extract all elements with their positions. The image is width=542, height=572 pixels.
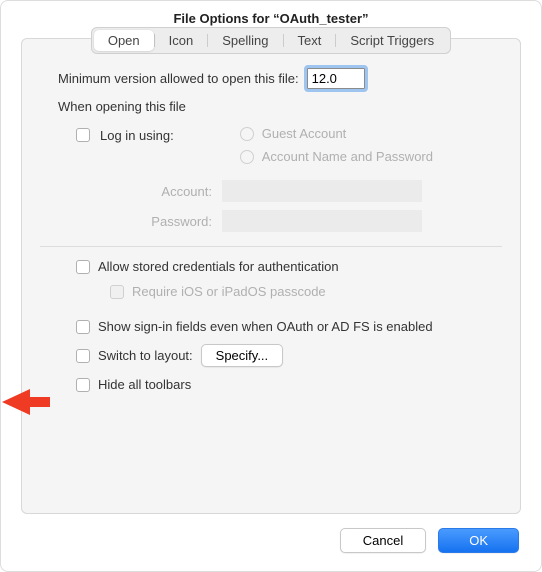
account-name-password-label: Account Name and Password (262, 149, 433, 164)
password-field-label: Password: (40, 214, 212, 229)
divider (40, 246, 502, 247)
switch-to-layout-label: Switch to layout: (98, 348, 193, 363)
login-using-label: Log in using: (100, 128, 174, 143)
dialog-button-row: Cancel OK (1, 514, 541, 571)
open-tab-panel: Open Icon Spelling Text Script Triggers … (21, 38, 521, 514)
show-signin-fields-label: Show sign-in fields even when OAuth or A… (98, 319, 433, 334)
account-name-password-radio (240, 150, 254, 164)
hide-all-toolbars-label: Hide all toolbars (98, 377, 191, 392)
file-options-dialog: File Options for “OAuth_tester” Open Ico… (0, 0, 542, 572)
tab-text[interactable]: Text (284, 30, 336, 51)
specify-layout-button[interactable]: Specify... (201, 344, 284, 367)
min-version-input[interactable] (307, 68, 365, 89)
allow-stored-credentials-checkbox[interactable] (76, 260, 90, 274)
login-using-checkbox[interactable] (76, 128, 90, 142)
allow-stored-credentials-label: Allow stored credentials for authenticat… (98, 259, 339, 274)
tab-script-triggers[interactable]: Script Triggers (336, 30, 448, 51)
min-version-label: Minimum version allowed to open this fil… (58, 71, 299, 86)
require-passcode-label: Require iOS or iPadOS passcode (132, 284, 326, 299)
switch-to-layout-checkbox[interactable] (76, 349, 90, 363)
require-passcode-checkbox (110, 285, 124, 299)
account-input (222, 180, 422, 202)
show-signin-fields-checkbox[interactable] (76, 320, 90, 334)
guest-account-radio (240, 127, 254, 141)
tab-spelling[interactable]: Spelling (208, 30, 282, 51)
account-field-label: Account: (40, 184, 212, 199)
hide-all-toolbars-checkbox[interactable] (76, 378, 90, 392)
when-opening-label: When opening this file (58, 99, 186, 114)
tab-icon[interactable]: Icon (155, 30, 208, 51)
tab-open[interactable]: Open (94, 30, 154, 51)
password-input (222, 210, 422, 232)
ok-button[interactable]: OK (438, 528, 519, 553)
guest-account-label: Guest Account (262, 126, 347, 141)
cancel-button[interactable]: Cancel (340, 528, 426, 553)
tab-bar: Open Icon Spelling Text Script Triggers (40, 27, 502, 54)
